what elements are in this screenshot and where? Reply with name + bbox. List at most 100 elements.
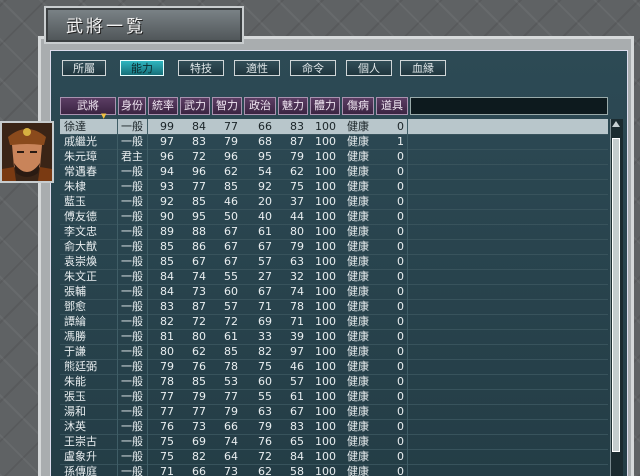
- table-row[interactable]: 李文忠 一般 89 88 67 61 80 100 健康 0: [60, 224, 608, 240]
- politics-cell: 68: [258, 135, 272, 148]
- politics-cell: 60: [258, 375, 272, 388]
- stamina-cell: 100: [315, 375, 336, 388]
- header-empty: [410, 97, 608, 115]
- scroll-thumb[interactable]: [612, 138, 620, 452]
- stamina-cell: 100: [315, 360, 336, 373]
- charisma-cell: 80: [290, 225, 304, 238]
- stamina-cell: 100: [315, 435, 336, 448]
- name-cell: 孫傳庭: [64, 465, 97, 476]
- table-row[interactable]: 于謙 一般 80 62 85 82 97 100 健康 0: [60, 344, 608, 360]
- name-cell: 馮勝: [64, 330, 86, 343]
- rank-cell: 一般: [121, 255, 143, 268]
- name-cell: 沐英: [64, 420, 86, 433]
- column-divider: [147, 119, 148, 476]
- table-row[interactable]: 朱文正 一般 84 74 55 27 32 100 健康 0: [60, 269, 608, 285]
- rank-cell: 一般: [121, 435, 143, 448]
- war-cell: 80: [192, 330, 206, 343]
- items-cell: 0: [397, 255, 404, 268]
- injury-cell: 健康: [347, 360, 369, 373]
- header-general[interactable]: 武將: [60, 97, 116, 115]
- leadership-cell: 76: [160, 420, 174, 433]
- stamina-cell: 100: [315, 255, 336, 268]
- tab-affiliation[interactable]: 所屬: [62, 60, 106, 76]
- items-cell: 0: [397, 435, 404, 448]
- header-items[interactable]: 道具: [376, 97, 408, 115]
- injury-cell: 健康: [347, 420, 369, 433]
- header-stamina[interactable]: 體力: [310, 97, 340, 115]
- table-row[interactable]: 沐英 一般 76 73 66 79 83 100 健康 0: [60, 419, 608, 435]
- items-cell: 0: [397, 330, 404, 343]
- rank-cell: 一般: [121, 405, 143, 418]
- leadership-cell: 82: [160, 315, 174, 328]
- tab-aptitude[interactable]: 適性: [234, 60, 280, 76]
- rank-cell: 一般: [121, 300, 143, 313]
- tab-kinship[interactable]: 血縁: [400, 60, 446, 76]
- leadership-cell: 96: [160, 150, 174, 163]
- table-row[interactable]: 徐達 一般 99 84 77 66 83 100 健康 0: [60, 119, 608, 135]
- war-cell: 77: [192, 405, 206, 418]
- table-row[interactable]: 戚繼光 一般 97 83 79 68 87 100 健康 1: [60, 134, 608, 150]
- war-cell: 73: [192, 420, 206, 433]
- header-injury[interactable]: 傷病: [342, 97, 374, 115]
- intelligence-cell: 96: [224, 150, 238, 163]
- tab-personal[interactable]: 個人: [346, 60, 392, 76]
- table-row[interactable]: 朱棣 一般 93 77 85 92 75 100 健康 0: [60, 179, 608, 195]
- header-leadership[interactable]: 統率: [148, 97, 178, 115]
- table-row[interactable]: 熊廷弼 一般 79 76 78 75 46 100 健康 0: [60, 359, 608, 375]
- table-row[interactable]: 朱能 一般 78 85 53 60 57 100 健康 0: [60, 374, 608, 390]
- leadership-cell: 75: [160, 450, 174, 463]
- table-row[interactable]: 俞大猷 一般 85 86 67 67 79 100 健康 0: [60, 239, 608, 255]
- intelligence-cell: 67: [224, 255, 238, 268]
- politics-cell: 54: [258, 165, 272, 178]
- table-row[interactable]: 鄧愈 一般 83 87 57 71 78 100 健康 0: [60, 299, 608, 315]
- war-cell: 72: [192, 315, 206, 328]
- tab-skills[interactable]: 特技: [178, 60, 224, 76]
- header-politics[interactable]: 政治: [244, 97, 276, 115]
- table-row[interactable]: 袁崇煥 一般 85 67 67 57 63 100 健康 0: [60, 254, 608, 270]
- items-cell: 0: [397, 165, 404, 178]
- rank-cell: 一般: [121, 180, 143, 193]
- injury-cell: 健康: [347, 165, 369, 178]
- header-rank[interactable]: 身份: [118, 97, 146, 115]
- leadership-cell: 71: [160, 465, 174, 476]
- items-cell: 0: [397, 345, 404, 358]
- table-row[interactable]: 王崇古 一般 75 69 74 76 65 100 健康 0: [60, 434, 608, 450]
- charisma-cell: 75: [290, 180, 304, 193]
- table-row[interactable]: 孫傳庭 一般 71 66 73 62 58 100 健康 0: [60, 464, 608, 476]
- items-cell: 0: [397, 360, 404, 373]
- injury-cell: 健康: [347, 270, 369, 283]
- rank-cell: 一般: [121, 465, 143, 476]
- rank-cell: 一般: [121, 240, 143, 253]
- scroll-up-arrow-icon[interactable]: [612, 121, 620, 127]
- rank-cell: 君主: [121, 150, 143, 163]
- table-row[interactable]: 譚綸 一般 82 72 72 69 71 100 健康 0: [60, 314, 608, 330]
- tab-ability[interactable]: 能力: [120, 60, 164, 76]
- table-row[interactable]: 張玉 一般 77 79 77 55 61 100 健康 0: [60, 389, 608, 405]
- header-intelligence[interactable]: 智力: [212, 97, 242, 115]
- column-divider: [117, 119, 118, 476]
- tab-command[interactable]: 命令: [290, 60, 336, 76]
- table-row[interactable]: 馮勝 一般 81 80 61 33 39 100 健康 0: [60, 329, 608, 345]
- table-row[interactable]: 張輔 一般 84 73 60 67 74 100 健康 0: [60, 284, 608, 300]
- politics-cell: 75: [258, 360, 272, 373]
- leadership-cell: 97: [160, 135, 174, 148]
- name-cell: 常遇春: [64, 165, 97, 178]
- table-row[interactable]: 藍玉 一般 92 85 46 20 37 100 健康 0: [60, 194, 608, 210]
- politics-cell: 55: [258, 390, 272, 403]
- stamina-cell: 100: [315, 180, 336, 193]
- table-row[interactable]: 傅友德 一般 90 95 50 40 44 100 健康 0: [60, 209, 608, 225]
- intelligence-cell: 67: [224, 240, 238, 253]
- politics-cell: 20: [258, 195, 272, 208]
- table-row[interactable]: 常遇春 一般 94 96 62 54 62 100 健康 0: [60, 164, 608, 180]
- header-charisma[interactable]: 魅力: [278, 97, 308, 115]
- items-cell: 0: [397, 375, 404, 388]
- table-row[interactable]: 朱元璋 君主 96 72 96 95 79 100 健康 0: [60, 149, 608, 165]
- table-row[interactable]: 盧象升 一般 75 82 64 72 84 100 健康 0: [60, 449, 608, 465]
- rank-cell: 一般: [121, 345, 143, 358]
- leadership-cell: 94: [160, 165, 174, 178]
- header-war[interactable]: 武力: [180, 97, 210, 115]
- table-row[interactable]: 湯和 一般 77 77 79 63 67 100 健康 0: [60, 404, 608, 420]
- rank-cell: 一般: [121, 315, 143, 328]
- name-cell: 張輔: [64, 285, 86, 298]
- charisma-cell: 67: [290, 405, 304, 418]
